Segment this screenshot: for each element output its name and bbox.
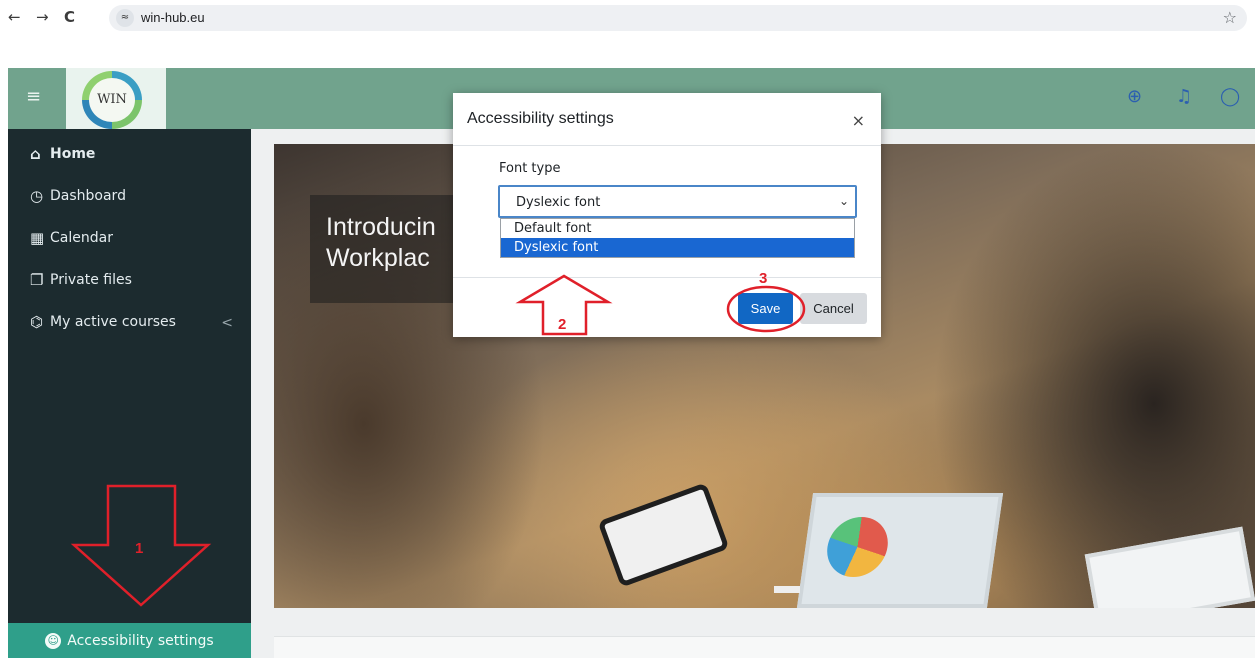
annotation-step-1: 1 [135,540,144,557]
hamburger-menu-icon[interactable]: ≡ [26,86,41,107]
graduation-cap-icon: ⌬ [30,313,44,331]
hero-caption-line-1: Introducin [326,213,436,241]
accessibility-settings-button[interactable]: ☺ Accessibility settings [8,623,251,658]
close-icon[interactable]: × [852,111,865,130]
calendar-icon: ▦ [30,229,45,247]
laptop-image [796,493,1004,608]
font-type-dropdown: Default font Dyslexic font [500,218,855,258]
annotation-step-2: 2 [558,316,567,333]
cancel-button[interactable]: Cancel [800,293,867,324]
annotation-step-3: 3 [759,270,768,287]
pie-chart-image [823,517,892,577]
carousel-indicator[interactable] [774,586,800,593]
logo[interactable]: WIN [66,68,166,129]
sidebar-item-my-active-courses[interactable]: ⌬ My active courses [30,309,176,335]
bookmark-star-icon[interactable]: ☆ [1223,8,1237,27]
address-bar[interactable]: ≈ win-hub.eu ☆ [109,5,1247,31]
font-type-selected-value: Dyslexic font [516,195,601,210]
accessibility-settings-label: Accessibility settings [67,632,214,649]
option-dyslexic-font[interactable]: Dyslexic font [501,238,854,257]
phone-image [597,482,730,588]
sidebar-item-label: My active courses [50,314,176,330]
files-icon: ❐ [30,271,44,289]
chat-bubble-icon[interactable]: ◯ [1220,86,1240,107]
gauge-icon: ◷ [30,187,44,205]
sidebar-item-label: Dashboard [50,188,126,204]
logo-emblem: WIN [82,71,142,129]
home-icon: ⌂ [30,145,41,163]
sidebar-item-label: Home [50,146,96,162]
url-text[interactable]: win-hub.eu [141,10,205,25]
logo-text: WIN [89,78,135,122]
hero-caption-line-2: Workplac [326,244,430,272]
sidebar-item-dashboard[interactable]: ◷ Dashboard [30,183,126,209]
sidebar-item-label: Private files [50,272,132,288]
sidebar-item-calendar[interactable]: ▦ Calendar [30,225,113,251]
font-type-select[interactable]: Dyslexic font ⌄ [498,185,857,218]
sidebar: ⌂ Home ◷ Dashboard ▦ Calendar ❐ Private … [8,129,251,658]
option-default-font[interactable]: Default font [501,219,854,238]
site-info-icon[interactable]: ≈ [116,9,134,27]
save-button[interactable]: Save [738,293,793,324]
browser-toolbar: ← → C ≈ win-hub.eu ☆ [0,0,1255,36]
divider [453,277,881,278]
chevron-down-icon: ⌄ [838,194,849,208]
font-type-label: Font type [499,161,561,176]
chevron-left-icon[interactable]: < [221,315,233,331]
accessibility-settings-modal: Accessibility settings × Font type Dysle… [453,93,881,337]
divider [453,145,881,146]
sidebar-item-home[interactable]: ⌂ Home [30,141,95,167]
content-card [274,636,1255,658]
accessibility-icon: ☺ [45,632,62,649]
back-arrow-icon[interactable]: ← [8,8,21,26]
globe-icon[interactable]: ⊕ [1127,86,1142,107]
sidebar-item-label: Calendar [50,230,113,246]
bell-icon[interactable]: ♫ [1176,86,1192,107]
forward-arrow-icon[interactable]: → [36,8,49,26]
reload-icon[interactable]: C [64,8,75,26]
modal-title: Accessibility settings [467,110,614,127]
tablet-image [1084,526,1255,608]
sidebar-item-private-files[interactable]: ❐ Private files [30,267,132,293]
